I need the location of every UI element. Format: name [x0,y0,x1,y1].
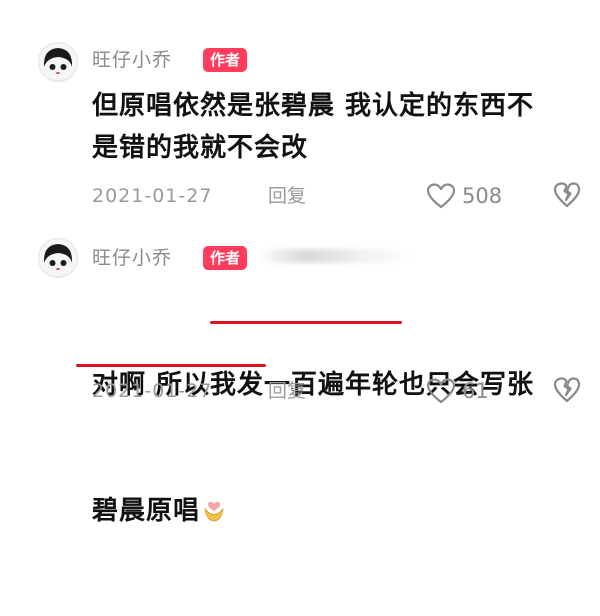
avatar[interactable] [38,238,78,278]
like-count: 508 [462,184,503,208]
dislike-button[interactable] [553,181,581,209]
dislike-button[interactable] [553,376,581,404]
heart-icon [426,378,456,404]
like-count: 61 [462,379,489,403]
avatar-icon [39,43,77,81]
author-badge: 作者 [203,246,248,270]
comment-text-line: 碧晨原唱 [92,490,582,532]
comment-text: 但原唱依然是张碧晨 我认定的东西不 是错的我就不会改 [92,91,535,163]
author-badge: 作者 [203,48,248,72]
comment-text: 对啊 所以我发一百遍年轮也只会写张 碧晨原唱 [92,280,582,616]
comment-date: 2021-01-27 [92,185,213,207]
reply-button[interactable]: 回复 [268,184,306,208]
avatar-icon [39,239,77,277]
hands-heart-emoji-icon [204,501,224,522]
like-button[interactable]: 508 [426,181,502,211]
heart-icon [426,183,456,209]
username[interactable]: 旺仔小乔 [92,48,172,72]
comment-text-segment: 碧晨原唱 [92,496,201,526]
blurred-region [262,249,412,263]
comment-date: 2021-01-27 [92,380,213,402]
highlight-underline [210,321,402,324]
reply-button[interactable]: 回复 [268,379,306,403]
broken-heart-icon [553,182,581,208]
broken-heart-icon [553,377,581,403]
highlight-underline [76,364,266,367]
avatar[interactable] [38,42,78,82]
username[interactable]: 旺仔小乔 [92,246,172,270]
like-button[interactable]: 61 [426,376,489,406]
